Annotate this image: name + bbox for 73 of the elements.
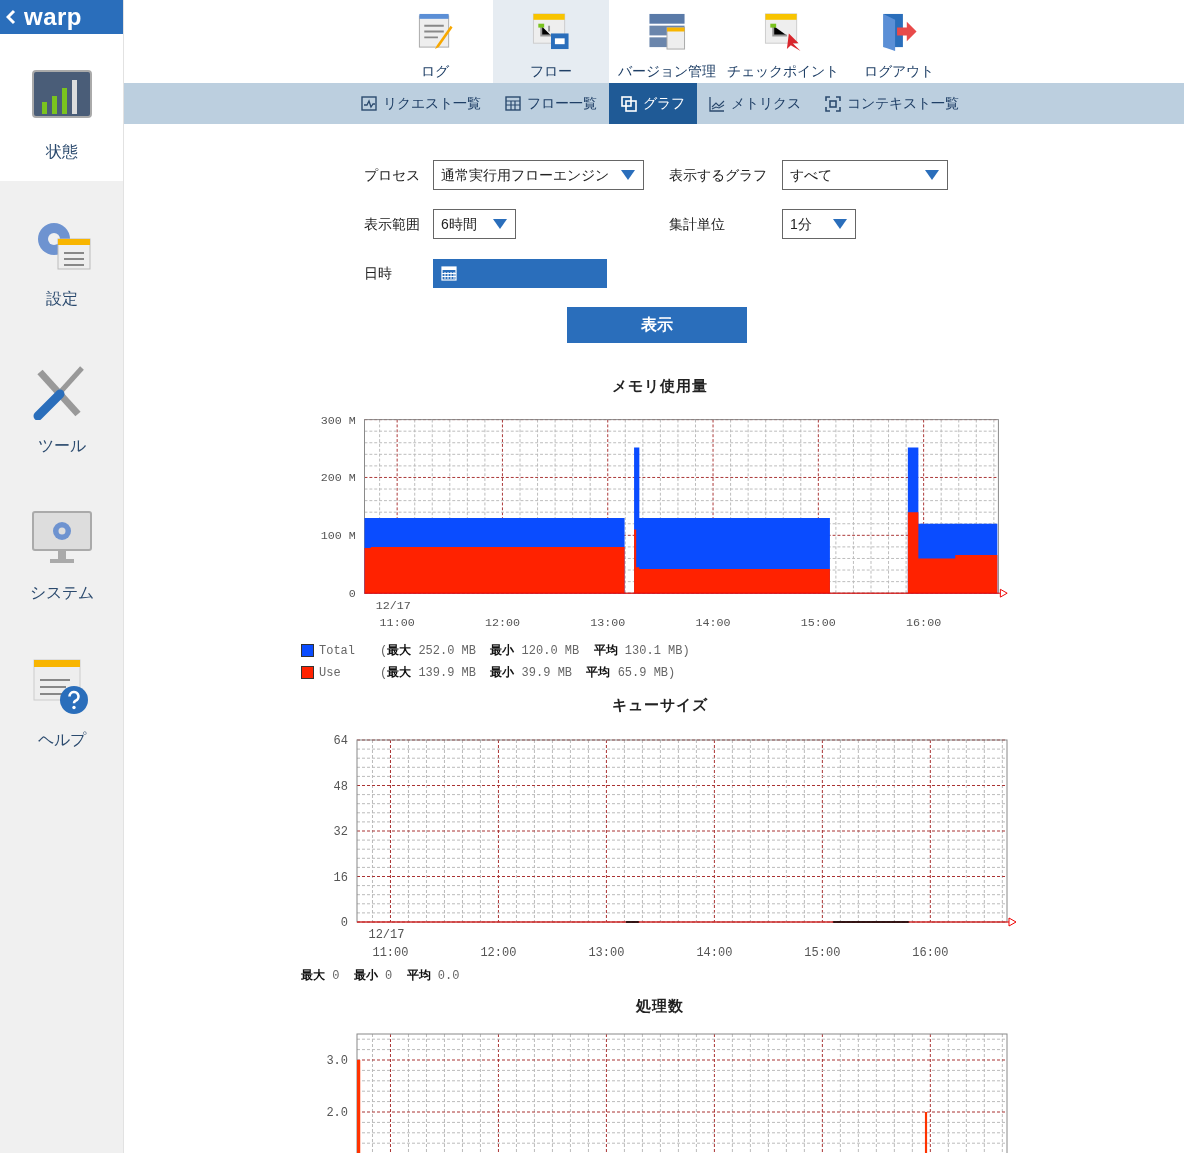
nav-tab[interactable]: ログ [377,0,493,83]
sub-tab[interactable]: フロー一覧 [493,83,609,124]
sub-tab[interactable]: コンテキスト一覧 [813,83,971,124]
range-select[interactable]: 6時間 [433,209,516,239]
sidebar-item[interactable]: システム [0,475,123,622]
overlap-squares-icon [621,95,637,112]
app-logo[interactable]: warp [0,0,123,34]
unit-select[interactable]: 1分 [782,209,856,239]
sidebar-item[interactable]: 状態 [0,34,123,181]
x-tick-label: 15:00 [804,946,841,960]
chart-title: 処理数 [635,996,685,1016]
graph-select[interactable]: すべて [782,160,948,190]
caret-icon [925,170,939,180]
y-tick-label: 200 M [320,470,356,485]
x-tick-label: 12:00 [484,615,520,630]
y-tick-label: 300 M [320,413,356,427]
field-label: プロセス [364,165,421,185]
y-tick-label: 48 [333,779,348,794]
field-label: 集計単位 [669,214,726,234]
date-label: 12/17 [375,598,411,613]
nav-tab[interactable]: バージョン管理 [609,0,725,83]
grid-list-icon [505,95,521,112]
flow-document-icon [531,12,571,51]
date-input-field[interactable] [433,258,607,288]
nav-tab[interactable]: フロー [493,0,609,83]
x-tick-label: 13:00 [588,946,625,960]
y-tick-label: 0 [340,916,348,930]
sub-tab[interactable]: グラフ [609,83,697,124]
process-select[interactable]: 通常実行用フローエンジン [433,160,644,190]
field-label: 表示するグラフ [669,165,768,185]
caret-icon [833,219,847,229]
focus-frame-icon [825,95,841,112]
caret-icon [621,170,635,180]
chart-title: メモリ使用量 [611,376,709,396]
x-tick-label: 14:00 [696,946,733,960]
show-button[interactable]: 表示 [567,307,747,343]
x-tick-label: 11:00 [372,946,409,960]
nav-tab[interactable]: ログアウト [841,0,957,83]
line-chart-icon [709,95,725,112]
y-tick-label: 100 M [320,528,356,543]
sidebar-item[interactable]: ツール [0,328,123,475]
legend-name: Total [319,642,356,660]
chart-title: キューサイズ [611,694,709,715]
sidebar-item[interactable]: ヘルプ [0,622,123,769]
y-tick-label: 3.0 [326,1053,348,1068]
y-tick-label: 32 [333,825,348,839]
x-tick-label: 12:00 [480,946,517,960]
field-label: 表示範囲 [364,214,421,234]
date-label: 12/17 [368,928,405,942]
y-tick-label: 2.0 [326,1105,348,1120]
x-tick-label: 13:00 [590,615,626,630]
field-label: 日時 [364,263,393,283]
x-tick-label: 14:00 [695,615,731,630]
x-tick-label: 11:00 [379,615,415,630]
sub-tab[interactable]: リクエスト一覧 [349,83,493,124]
x-tick-label: 16:00 [906,615,942,630]
sidebar-item[interactable]: 設定 [0,181,123,328]
caret-icon [493,219,507,229]
legend-stats: (最大 139.9 MB 最小 39.9 MB 平均 65.9 MB) [380,664,676,682]
legend-stats: (最大 252.0 MB 最小 120.0 MB 平均 130.1 MB) [380,642,690,660]
server-stack-icon [647,12,687,51]
chart-summary: 最大 0 最小 0 平均 0.0 [300,967,461,985]
calendar-icon [441,265,457,281]
y-tick-label: 64 [333,734,348,748]
x-tick-label: 15:00 [800,615,836,630]
pulse-icon [361,95,377,112]
y-tick-label: 0 [348,586,356,601]
nav-tab[interactable]: チェックポイント [725,0,841,83]
back-icon [6,9,16,25]
legend-name: Use [319,664,342,682]
sub-tab[interactable]: メトリクス [697,83,813,124]
y-tick-label: 16 [333,870,348,885]
x-tick-label: 16:00 [912,946,949,960]
